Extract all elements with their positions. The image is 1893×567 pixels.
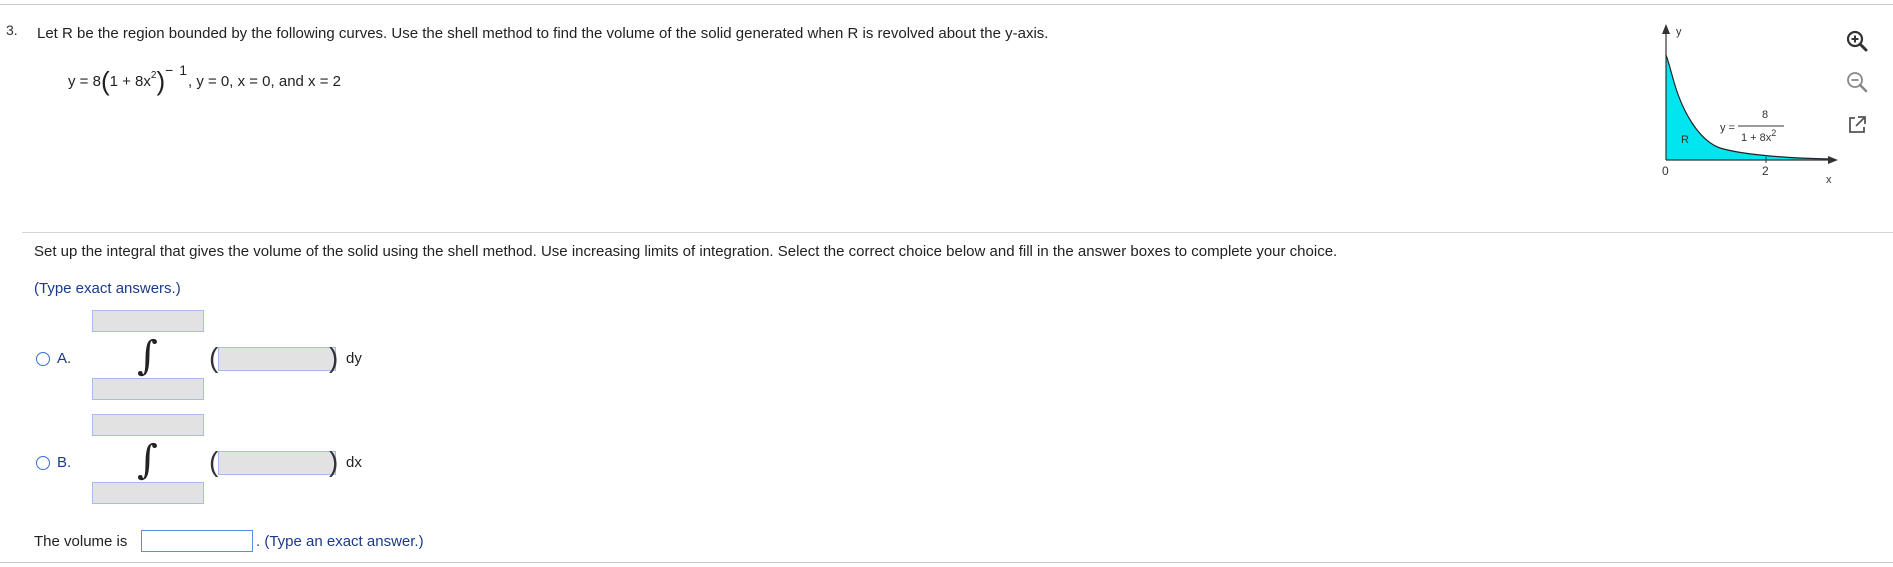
- x-axis-arrow: [1828, 156, 1838, 164]
- integral-sign: ∫: [137, 333, 158, 379]
- function-lhs: y =: [1720, 122, 1735, 134]
- x-tick-2: 2: [1762, 164, 1769, 178]
- zoom-out-icon: [1847, 72, 1868, 93]
- formula-inner: 1 + 8x: [109, 73, 151, 90]
- x-axis-label: x: [1826, 174, 1832, 186]
- open-paren: (: [209, 446, 219, 477]
- question-number: 3.: [6, 22, 18, 38]
- choice-b-integrand[interactable]: [218, 451, 336, 475]
- close-paren: ): [329, 446, 339, 477]
- zoom-in-icon: [1846, 30, 1868, 52]
- bottom-divider: [0, 562, 1893, 563]
- choice-b-radio[interactable]: B.: [36, 454, 71, 471]
- integral-sign: ∫: [137, 437, 158, 483]
- section-divider: [22, 232, 1893, 233]
- volume-label: The volume is: [34, 533, 128, 550]
- function-numerator: 8: [1762, 109, 1768, 121]
- popout-button[interactable]: [1843, 111, 1871, 139]
- zoom-out-button[interactable]: [1843, 68, 1871, 96]
- choice-b-upper-limit[interactable]: [92, 414, 204, 436]
- volume-answer-input[interactable]: [141, 530, 253, 552]
- close-paren: ): [329, 342, 339, 373]
- radio-circle-icon[interactable]: [36, 351, 50, 366]
- choice-a-differential: dy: [346, 350, 362, 367]
- choice-a-radio[interactable]: A.: [36, 350, 71, 367]
- function-denominator-base: 1 + 8x: [1741, 132, 1772, 144]
- function-denominator-exponent: 2: [1771, 128, 1776, 138]
- exact-answers-hint: (Type exact answers.): [34, 280, 181, 297]
- y-axis-arrow: [1662, 24, 1670, 34]
- choice-a-integrand[interactable]: [218, 347, 336, 371]
- formula-exponent: − 1: [165, 62, 188, 78]
- formula-rest: , y = 0, x = 0, and x = 2: [187, 73, 341, 90]
- choice-b-lower-limit[interactable]: [92, 482, 204, 504]
- region-r-fill: [1666, 55, 1830, 160]
- x-tick-0: 0: [1662, 164, 1669, 178]
- function-denominator: 1 + 8x2: [1741, 128, 1776, 144]
- choice-a-upper-limit[interactable]: [92, 310, 204, 332]
- formula-prefix: y = 8: [68, 73, 101, 90]
- region-label: R: [1681, 134, 1689, 146]
- choice-a-lower-limit[interactable]: [92, 378, 204, 400]
- question-prompt: Let R be the region bounded by the follo…: [37, 25, 1049, 42]
- radio-circle-icon[interactable]: [36, 455, 50, 470]
- setup-instructions: Set up the integral that gives the volum…: [34, 243, 1338, 260]
- choice-b-differential: dx: [346, 454, 362, 471]
- choice-a-label: A.: [57, 350, 72, 367]
- popout-icon: [1849, 116, 1866, 133]
- formula-close-paren: ): [156, 66, 166, 96]
- volume-hint: . (Type an exact answer.): [256, 533, 424, 550]
- open-paren: (: [209, 342, 219, 373]
- region-graph: y x 0 2 R y = 8 1 + 8x2: [1662, 24, 1838, 186]
- zoom-in-button[interactable]: [1843, 27, 1871, 55]
- y-axis-label: y: [1676, 26, 1682, 38]
- choice-b-label: B.: [57, 454, 72, 471]
- curves-formula: y = 8(1 + 8x2)− 1, y = 0, x = 0, and x =…: [68, 62, 341, 94]
- formula-open-paren: (: [100, 66, 110, 96]
- top-divider: [0, 4, 1893, 5]
